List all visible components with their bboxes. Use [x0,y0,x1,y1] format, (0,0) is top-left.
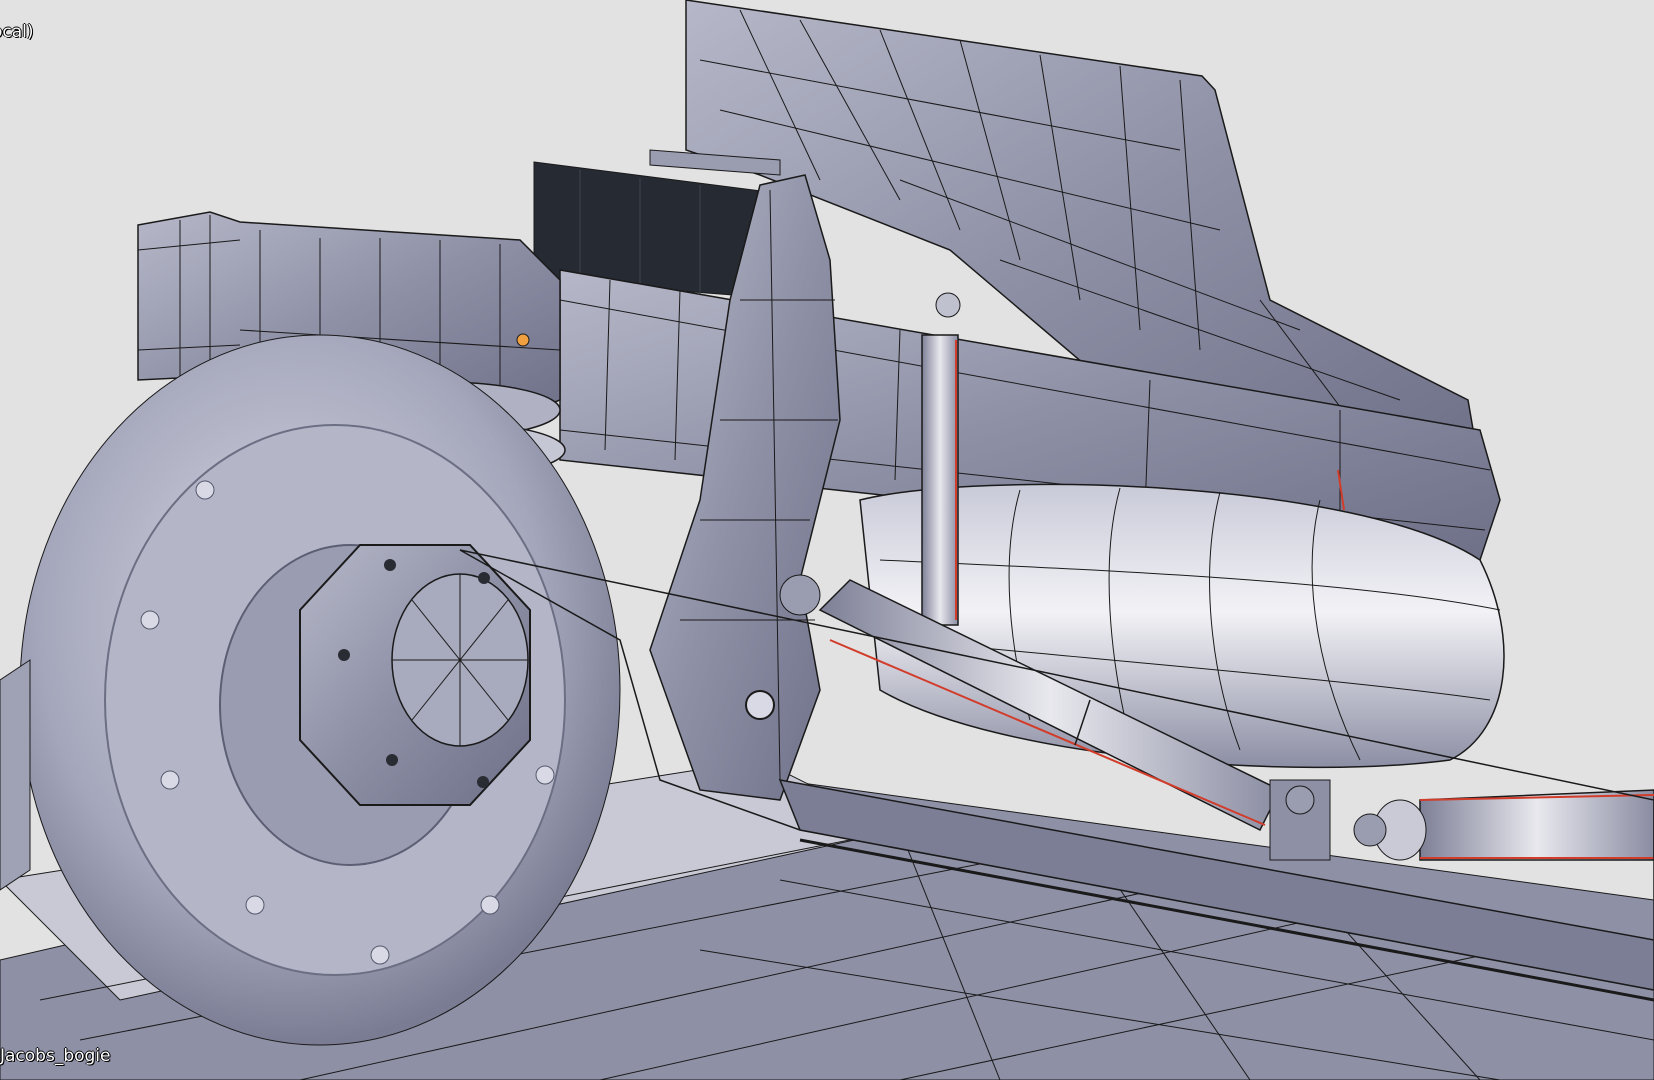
damper-rod [921,292,961,626]
active-object-name: Jacobs_bogie [0,1046,111,1066]
axle-box-cover [299,544,531,806]
3d-viewport[interactable]: ocal) Jacobs_bogie [0,0,1654,1080]
view-label: ocal) [0,22,34,42]
mesh-scene[interactable] [0,0,1654,1080]
